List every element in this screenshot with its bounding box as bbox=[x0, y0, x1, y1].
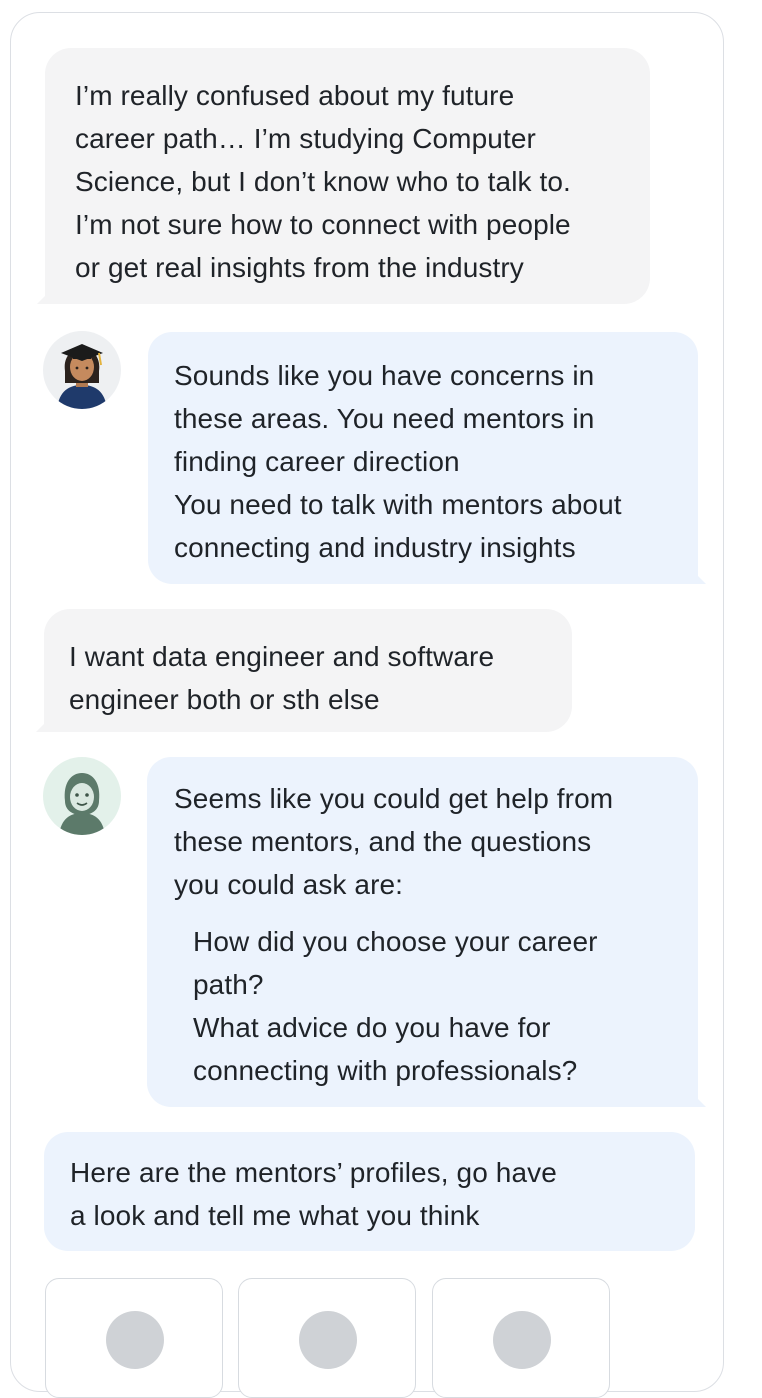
message-line: You need to talk with mentors about bbox=[174, 489, 622, 520]
suggested-question-line: What advice do you have for bbox=[193, 1012, 551, 1043]
message-line: Seems like you could get help from bbox=[174, 783, 614, 814]
message-line: engineer both or sth else bbox=[69, 684, 380, 715]
mentor-card[interactable] bbox=[45, 1278, 223, 1398]
message-line: you could ask are: bbox=[174, 869, 404, 900]
suggested-question-line: path? bbox=[193, 969, 264, 1000]
message-line: I want data engineer and software bbox=[69, 641, 495, 672]
assistant-avatar-icon bbox=[43, 757, 121, 835]
graduate-avatar-icon bbox=[43, 331, 121, 409]
mentor-photo-placeholder bbox=[493, 1311, 551, 1369]
assistant-message-bubble: Sounds like you have concerns in these a… bbox=[148, 332, 698, 584]
assistant-message-bubble: Here are the mentors’ profiles, go have … bbox=[44, 1132, 695, 1251]
message-line: finding career direction bbox=[174, 446, 460, 477]
mentor-photo-placeholder bbox=[106, 1311, 164, 1369]
message-line: I’m not sure how to connect with people bbox=[75, 209, 571, 240]
message-line: Science, but I don’t know who to talk to… bbox=[75, 166, 571, 197]
mentor-card[interactable] bbox=[238, 1278, 416, 1398]
suggested-question-line: How did you choose your career bbox=[193, 926, 598, 957]
message-line: these areas. You need mentors in bbox=[174, 403, 595, 434]
message-line: Here are the mentors’ profiles, go have bbox=[70, 1157, 557, 1188]
suggested-question-line: connecting with professionals? bbox=[193, 1055, 578, 1086]
message-line: a look and tell me what you think bbox=[70, 1200, 480, 1231]
user-message-bubble: I’m really confused about my future care… bbox=[45, 48, 650, 304]
mentor-card[interactable] bbox=[432, 1278, 610, 1398]
message-line: connecting and industry insights bbox=[174, 532, 576, 563]
user-message-bubble: I want data engineer and software engine… bbox=[44, 609, 572, 732]
message-line: these mentors, and the questions bbox=[174, 826, 592, 857]
mentor-photo-placeholder bbox=[299, 1311, 357, 1369]
message-line: or get real insights from the industry bbox=[75, 252, 524, 283]
message-line: Sounds like you have concerns in bbox=[174, 360, 595, 391]
message-line: I’m really confused about my future bbox=[75, 80, 515, 111]
assistant-message-bubble: Seems like you could get help from these… bbox=[147, 757, 698, 1107]
message-line: career path… I’m studying Computer bbox=[75, 123, 536, 154]
suggested-questions: How did you choose your career path? Wha… bbox=[174, 920, 698, 1092]
